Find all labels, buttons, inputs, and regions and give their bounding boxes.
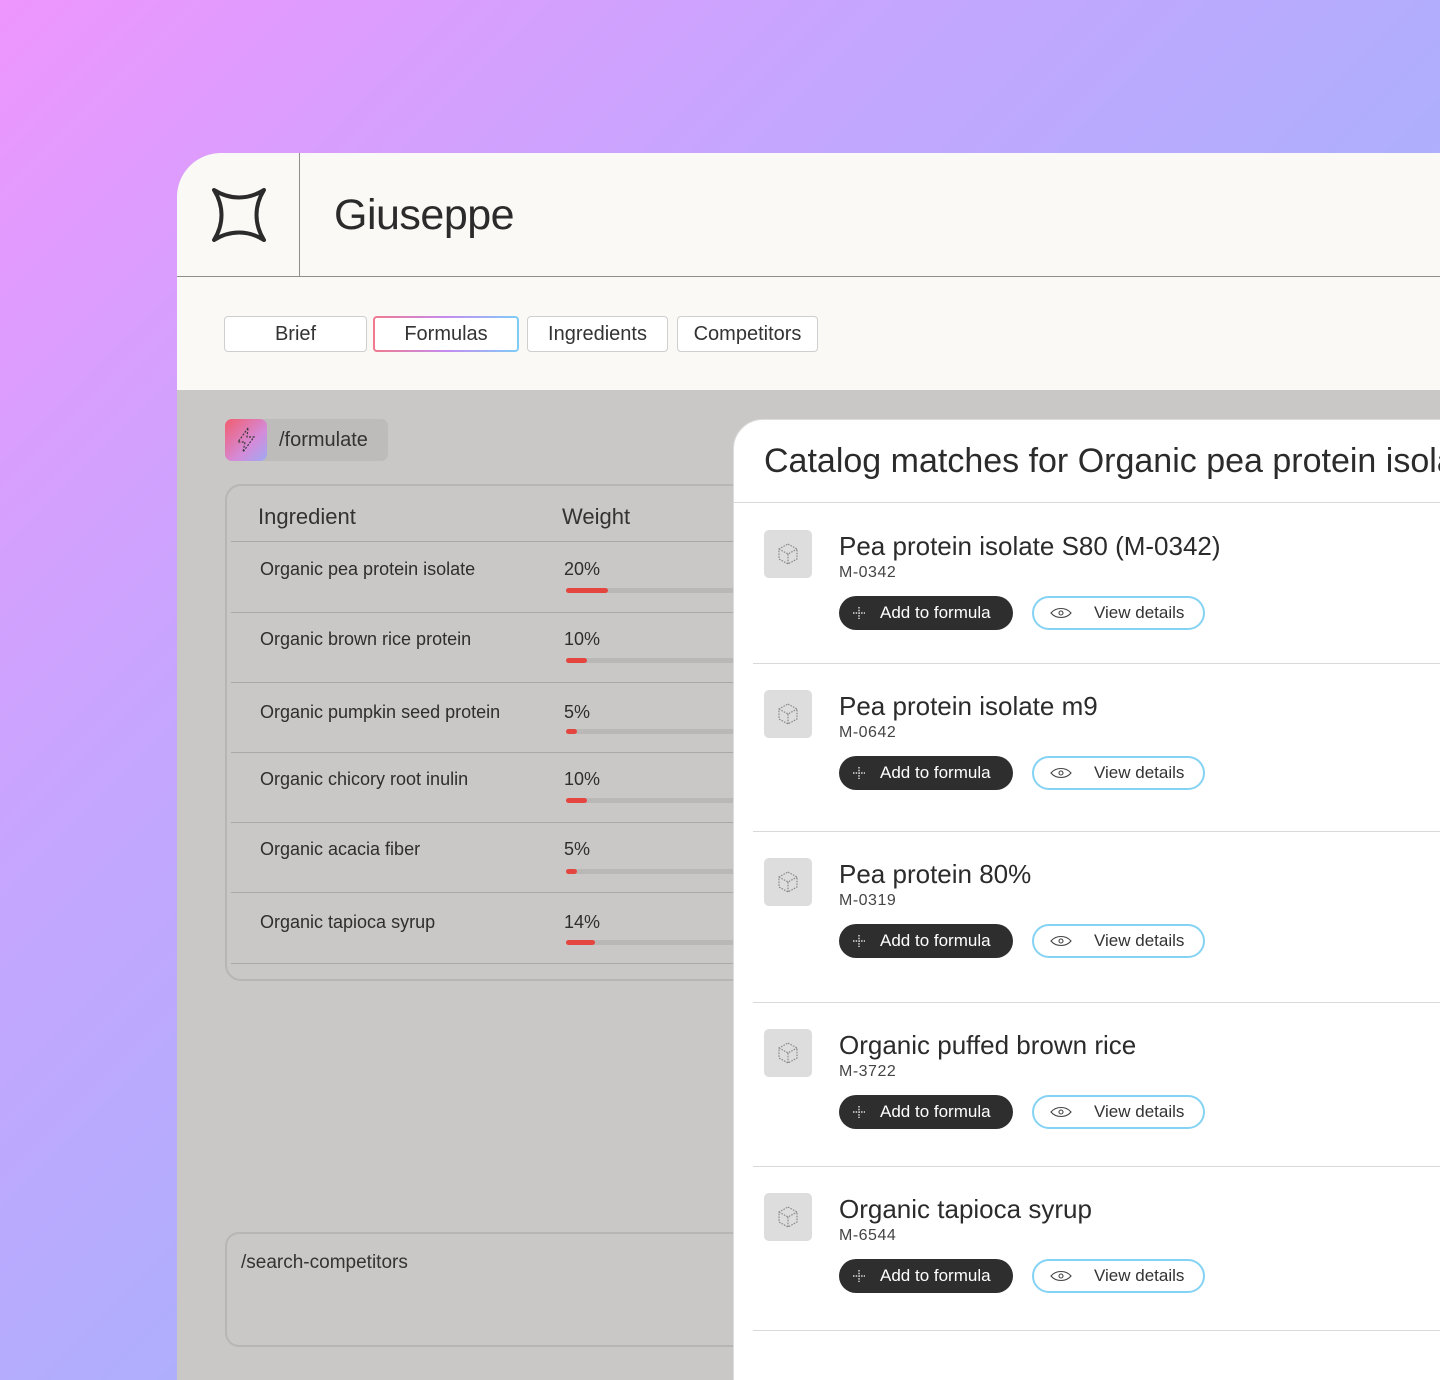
view-details-button[interactable]: View details: [1032, 924, 1205, 958]
ingredient-name: Organic acacia fiber: [260, 839, 421, 859]
match-name: Pea protein isolate m9: [839, 691, 1098, 721]
weight-bar-fill: [566, 798, 587, 803]
column-header-weight: Weight: [562, 504, 631, 529]
table-row[interactable]: Organic tapioca syrup 14%: [231, 893, 783, 964]
ingredient-name: Organic pea protein isolate: [260, 559, 476, 579]
package-icon: [764, 690, 812, 738]
package-icon: [764, 1029, 812, 1077]
package-icon: [764, 530, 812, 578]
panel-title: Catalog matches for Organic pea protein …: [764, 442, 1440, 480]
command-input-text: /search-competitors: [241, 1252, 408, 1273]
ingredient-weight: 5%: [564, 702, 591, 722]
ingredient-weight: 10%: [564, 769, 601, 789]
command-label: /formulate: [279, 428, 368, 451]
table-row[interactable]: Organic chicory root inulin 10%: [231, 753, 783, 823]
tab-formulas[interactable]: Formulas: [373, 316, 519, 352]
match-item: Pea protein 80% M-0319 Add to formula Vi…: [753, 832, 1440, 1003]
ingredient-weight: 14%: [564, 912, 601, 932]
plus-icon: [851, 1104, 867, 1120]
table-row[interactable]: Organic pumpkin seed protein 5%: [231, 683, 783, 753]
match-item: Pea protein isolate m9 M-0642 Add to for…: [753, 664, 1440, 832]
package-icon: [764, 1193, 812, 1241]
add-to-formula-button[interactable]: Add to formula: [839, 1095, 1013, 1129]
weight-bar-fill: [566, 729, 577, 734]
eye-icon: [1050, 767, 1072, 779]
app-window: Giuseppe Brief Formulas Ingredients Comp…: [177, 153, 1440, 1380]
tab-competitors[interactable]: Competitors: [677, 316, 818, 352]
ingredient-name: Organic pumpkin seed protein: [260, 702, 501, 722]
catalog-matches-panel: Catalog matches for Organic pea protein …: [733, 419, 1440, 1380]
app-title: Giuseppe: [334, 191, 515, 239]
weight-bar-fill: [566, 588, 608, 593]
add-to-formula-button[interactable]: Add to formula: [839, 924, 1013, 958]
match-name: Pea protein 80%: [839, 859, 1032, 889]
match-item: Organic tapioca syrup M-6544 Add to form…: [753, 1167, 1440, 1331]
weight-bar-fill: [566, 658, 587, 663]
match-name: Organic tapioca syrup: [839, 1194, 1092, 1224]
logo[interactable]: [177, 153, 300, 276]
view-details-button[interactable]: View details: [1032, 756, 1205, 790]
match-item: Organic puffed brown rice M-3722 Add to …: [753, 1003, 1440, 1167]
ingredient-weight: 10%: [564, 629, 601, 649]
add-to-formula-button[interactable]: Add to formula: [839, 596, 1013, 630]
formulate-command-chip[interactable]: /formulate: [225, 419, 388, 461]
tab-bar: Brief Formulas Ingredients Competitors: [177, 277, 1440, 390]
package-icon: [764, 858, 812, 906]
plus-icon: [851, 933, 867, 949]
plus-icon: [851, 1268, 867, 1284]
match-item: Pea protein isolate S80 (M-0342) M-0342 …: [753, 503, 1440, 664]
view-details-button[interactable]: View details: [1032, 1095, 1205, 1129]
weight-bar-fill: [566, 869, 577, 874]
match-name: Organic puffed brown rice: [839, 1030, 1137, 1060]
view-details-button[interactable]: View details: [1032, 596, 1205, 630]
ingredient-name: Organic chicory root inulin: [260, 769, 469, 789]
weight-bar-fill: [566, 940, 596, 945]
match-code: M-3722: [839, 1063, 897, 1080]
ingredient-weight: 20%: [564, 559, 601, 579]
plus-icon: [851, 765, 867, 781]
eye-icon: [1050, 935, 1072, 947]
column-header-ingredient: Ingredient: [258, 504, 356, 529]
view-details-button[interactable]: View details: [1032, 1259, 1205, 1293]
logo-icon: [212, 188, 266, 242]
ingredient-weight: 5%: [564, 839, 591, 859]
add-to-formula-button[interactable]: Add to formula: [839, 756, 1013, 790]
eye-icon: [1050, 1106, 1072, 1118]
table-row[interactable]: Organic pea protein isolate 20%: [231, 542, 783, 613]
formula-table: Ingredient Weight Organic pea protein is…: [225, 484, 785, 981]
ingredient-name: Organic brown rice protein: [260, 629, 472, 649]
lightning-icon: [225, 419, 267, 461]
table-row[interactable]: Organic brown rice protein 10%: [231, 613, 783, 683]
plus-icon: [851, 605, 867, 621]
table-row[interactable]: Organic acacia fiber 5%: [231, 823, 783, 893]
app-header: Giuseppe: [177, 153, 1440, 277]
add-to-formula-button[interactable]: Add to formula: [839, 1259, 1013, 1293]
match-code: M-0342: [839, 564, 897, 581]
match-code: M-0642: [839, 724, 897, 741]
ingredient-name: Organic tapioca syrup: [260, 912, 436, 932]
tab-ingredients[interactable]: Ingredients: [527, 316, 668, 352]
eye-icon: [1050, 607, 1072, 619]
eye-icon: [1050, 1270, 1072, 1282]
match-code: M-0319: [839, 892, 897, 909]
match-name: Pea protein isolate S80 (M-0342): [839, 531, 1221, 561]
match-code: M-6544: [839, 1227, 897, 1244]
tab-brief[interactable]: Brief: [224, 316, 367, 352]
